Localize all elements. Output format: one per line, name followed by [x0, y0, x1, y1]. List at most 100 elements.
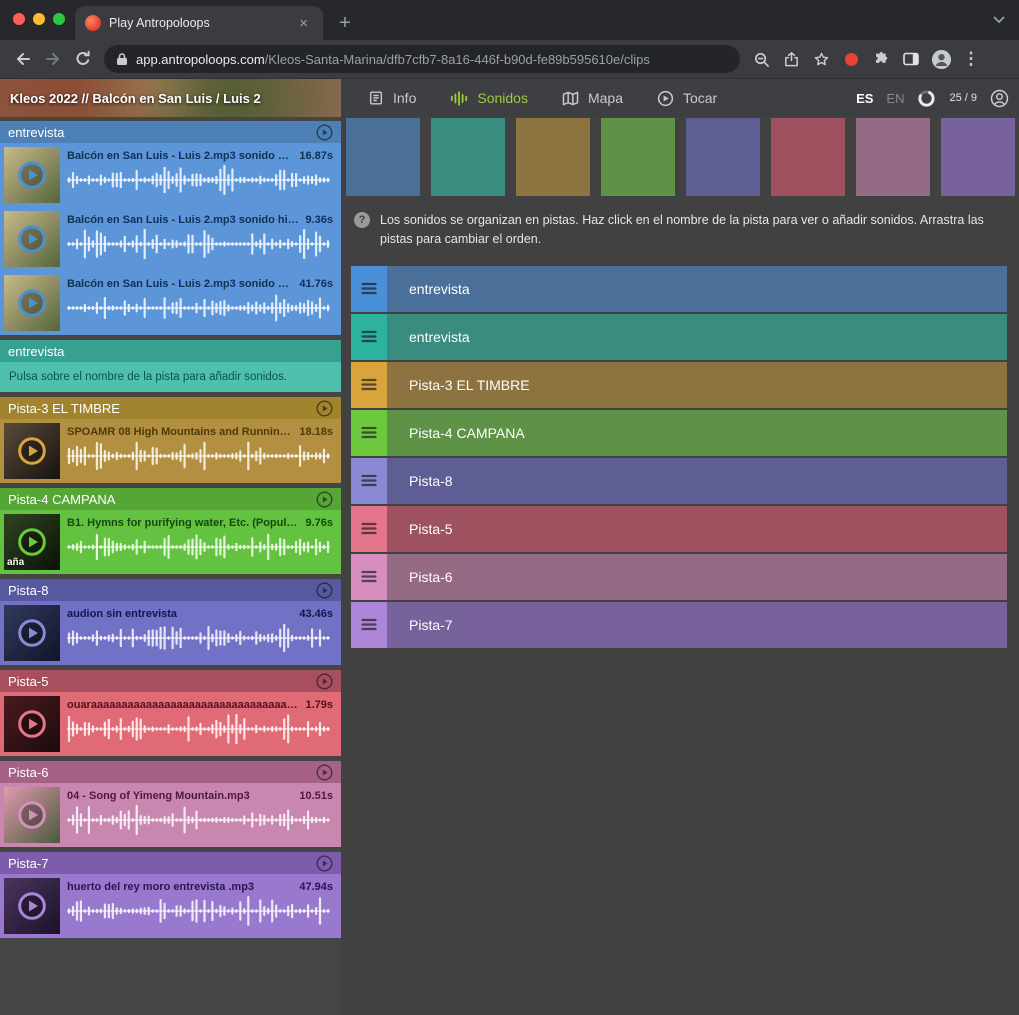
tab-search-chevron-icon[interactable] [993, 16, 1005, 24]
clip[interactable]: huerto del rey moro entrevista .mp347.94… [0, 874, 341, 938]
clip-play-button[interactable] [17, 527, 47, 557]
track-row-drag-handle[interactable] [351, 602, 387, 648]
zoom-icon[interactable] [746, 44, 776, 74]
side-panel-icon[interactable] [896, 44, 926, 74]
track-row-drag-handle[interactable] [351, 458, 387, 504]
track-color-tile[interactable] [346, 118, 420, 196]
clip[interactable]: 04 - Song of Yimeng Mountain.mp310.51s [0, 783, 341, 847]
track-row-name[interactable]: Pista-3 EL TIMBRE [387, 362, 1007, 408]
sidebar-track-header[interactable]: Pista-7 [0, 852, 341, 874]
clip[interactable]: Balcón en San Luis - Luis 2.mp3 sonido h… [0, 271, 341, 335]
clip[interactable]: Balcón en San Luis - Luis 2.mp3 sonido h… [0, 143, 341, 207]
track-color-tile[interactable] [941, 118, 1015, 196]
clip-duration: 41.76s [299, 278, 333, 290]
tab-close-icon[interactable]: × [294, 14, 313, 33]
clip-duration: 43.46s [299, 608, 333, 620]
track-color-tile[interactable] [601, 118, 675, 196]
lang-en-button[interactable]: EN [886, 91, 904, 106]
clip[interactable]: aña B1. Hymns for purifying water, Etc. (… [0, 510, 341, 574]
track-row-name[interactable]: Pista-6 [387, 554, 1007, 600]
track-play-button[interactable] [316, 764, 333, 781]
track-row-list: entrevistaentrevistaPista-3 EL TIMBREPis… [341, 249, 1019, 650]
track-row-name[interactable]: Pista-8 [387, 458, 1007, 504]
clip-info: B1. Hymns for purifying water, Etc. (Pop… [67, 514, 337, 570]
track-color-tile[interactable] [516, 118, 590, 196]
track-row-drag-handle[interactable] [351, 410, 387, 456]
track-play-button[interactable] [316, 124, 333, 141]
account-icon[interactable] [990, 89, 1009, 108]
nav-sonidos[interactable]: Sonidos [433, 79, 545, 117]
clip[interactable]: ouaraaaaaaaaaaaaaaaaaaaaaaaaaaaaaaaaa...… [0, 692, 341, 756]
browser-tab-strip: Play Antropoloops × + [0, 0, 1019, 40]
clip[interactable]: audion sin entrevista 43.46s [0, 601, 341, 665]
track-row-name[interactable]: Pista-7 [387, 602, 1007, 648]
window-minimize-button[interactable] [33, 13, 45, 25]
bookmark-star-icon[interactable] [806, 44, 836, 74]
share-icon[interactable] [776, 44, 806, 74]
header-right: ES EN 25 / 9 [856, 79, 1019, 117]
clip-title: huerto del rey moro entrevista .mp3 [67, 881, 293, 893]
extensions-puzzle-icon[interactable] [866, 44, 896, 74]
track-play-button[interactable] [316, 855, 333, 872]
browser-tab[interactable]: Play Antropoloops × [75, 6, 323, 40]
lang-es-button[interactable]: ES [856, 91, 873, 106]
back-icon[interactable] [8, 44, 38, 74]
track-play-button[interactable] [316, 491, 333, 508]
lock-icon [116, 52, 128, 66]
track-color-tile[interactable] [771, 118, 845, 196]
clip-play-button[interactable] [17, 800, 47, 830]
track-row-name[interactable]: Pista-4 CAMPANA [387, 410, 1007, 456]
clip-play-button[interactable] [17, 709, 47, 739]
track-row-drag-handle[interactable] [351, 506, 387, 552]
clip-play-button[interactable] [17, 436, 47, 466]
track-row-name[interactable]: entrevista [387, 266, 1007, 312]
sidebar-track-header[interactable]: Pista-3 EL TIMBRE [0, 397, 341, 419]
reload-icon[interactable] [68, 44, 98, 74]
clip[interactable]: SPOAMR 08 High Mountains and Running ...… [0, 419, 341, 483]
sidebar-track-header[interactable]: Pista-6 [0, 761, 341, 783]
sidebar-track-header[interactable]: entrevista [0, 121, 341, 143]
clip-play-button[interactable] [17, 160, 47, 190]
nav-tocar[interactable]: Tocar [640, 79, 734, 117]
clip-thumbnail [4, 147, 60, 203]
track-row-drag-handle[interactable] [351, 362, 387, 408]
clip-play-button[interactable] [17, 224, 47, 254]
recording-extension-icon[interactable] [836, 44, 866, 74]
clip-duration: 16.87s [299, 150, 333, 162]
clip-play-button[interactable] [17, 891, 47, 921]
sidebar-track-header[interactable]: entrevista [0, 340, 341, 362]
track-play-button[interactable] [316, 673, 333, 690]
clip-thumbnail [4, 878, 60, 934]
browser-profile-avatar[interactable] [926, 44, 956, 74]
track-row: Pista-8 [351, 458, 1007, 504]
sidebar-track-header[interactable]: Pista-4 CAMPANA [0, 488, 341, 510]
track-play-button[interactable] [316, 582, 333, 599]
window-zoom-button[interactable] [53, 13, 65, 25]
app-content: entrevista Balcón en San Luis - Luis 2.mp… [0, 117, 1019, 1015]
track-color-tile[interactable] [431, 118, 505, 196]
window-close-button[interactable] [13, 13, 25, 25]
sidebar-track-name: Pista-8 [8, 583, 316, 598]
sidebar-track-header[interactable]: Pista-8 [0, 579, 341, 601]
track-color-tile[interactable] [856, 118, 930, 196]
clip-play-button[interactable] [17, 618, 47, 648]
address-bar[interactable]: app.antropoloops.com /Kleos-Santa-Marina… [104, 45, 740, 73]
track-row-name[interactable]: entrevista [387, 314, 1007, 360]
clip-title: Balcón en San Luis - Luis 2.mp3 sonido h… [67, 150, 293, 162]
track-row-name[interactable]: Pista-5 [387, 506, 1007, 552]
track-row-drag-handle[interactable] [351, 554, 387, 600]
new-tab-button[interactable]: + [331, 9, 359, 37]
browser-menu-icon[interactable]: ⋮ [956, 44, 986, 74]
sidebar-track-header[interactable]: Pista-5 [0, 670, 341, 692]
track-row-drag-handle[interactable] [351, 314, 387, 360]
clip-thumbnail-label: aña [7, 557, 24, 568]
track-row-drag-handle[interactable] [351, 266, 387, 312]
clip-play-button[interactable] [17, 288, 47, 318]
forward-icon[interactable] [38, 44, 68, 74]
clip[interactable]: Balcón en San Luis - Luis 2.mp3 sonido h… [0, 207, 341, 271]
nav-mapa[interactable]: Mapa [545, 79, 640, 117]
clip-title: audion sin entrevista [67, 608, 293, 620]
nav-info[interactable]: Info [351, 79, 433, 117]
track-play-button[interactable] [316, 400, 333, 417]
track-color-tile[interactable] [686, 118, 760, 196]
